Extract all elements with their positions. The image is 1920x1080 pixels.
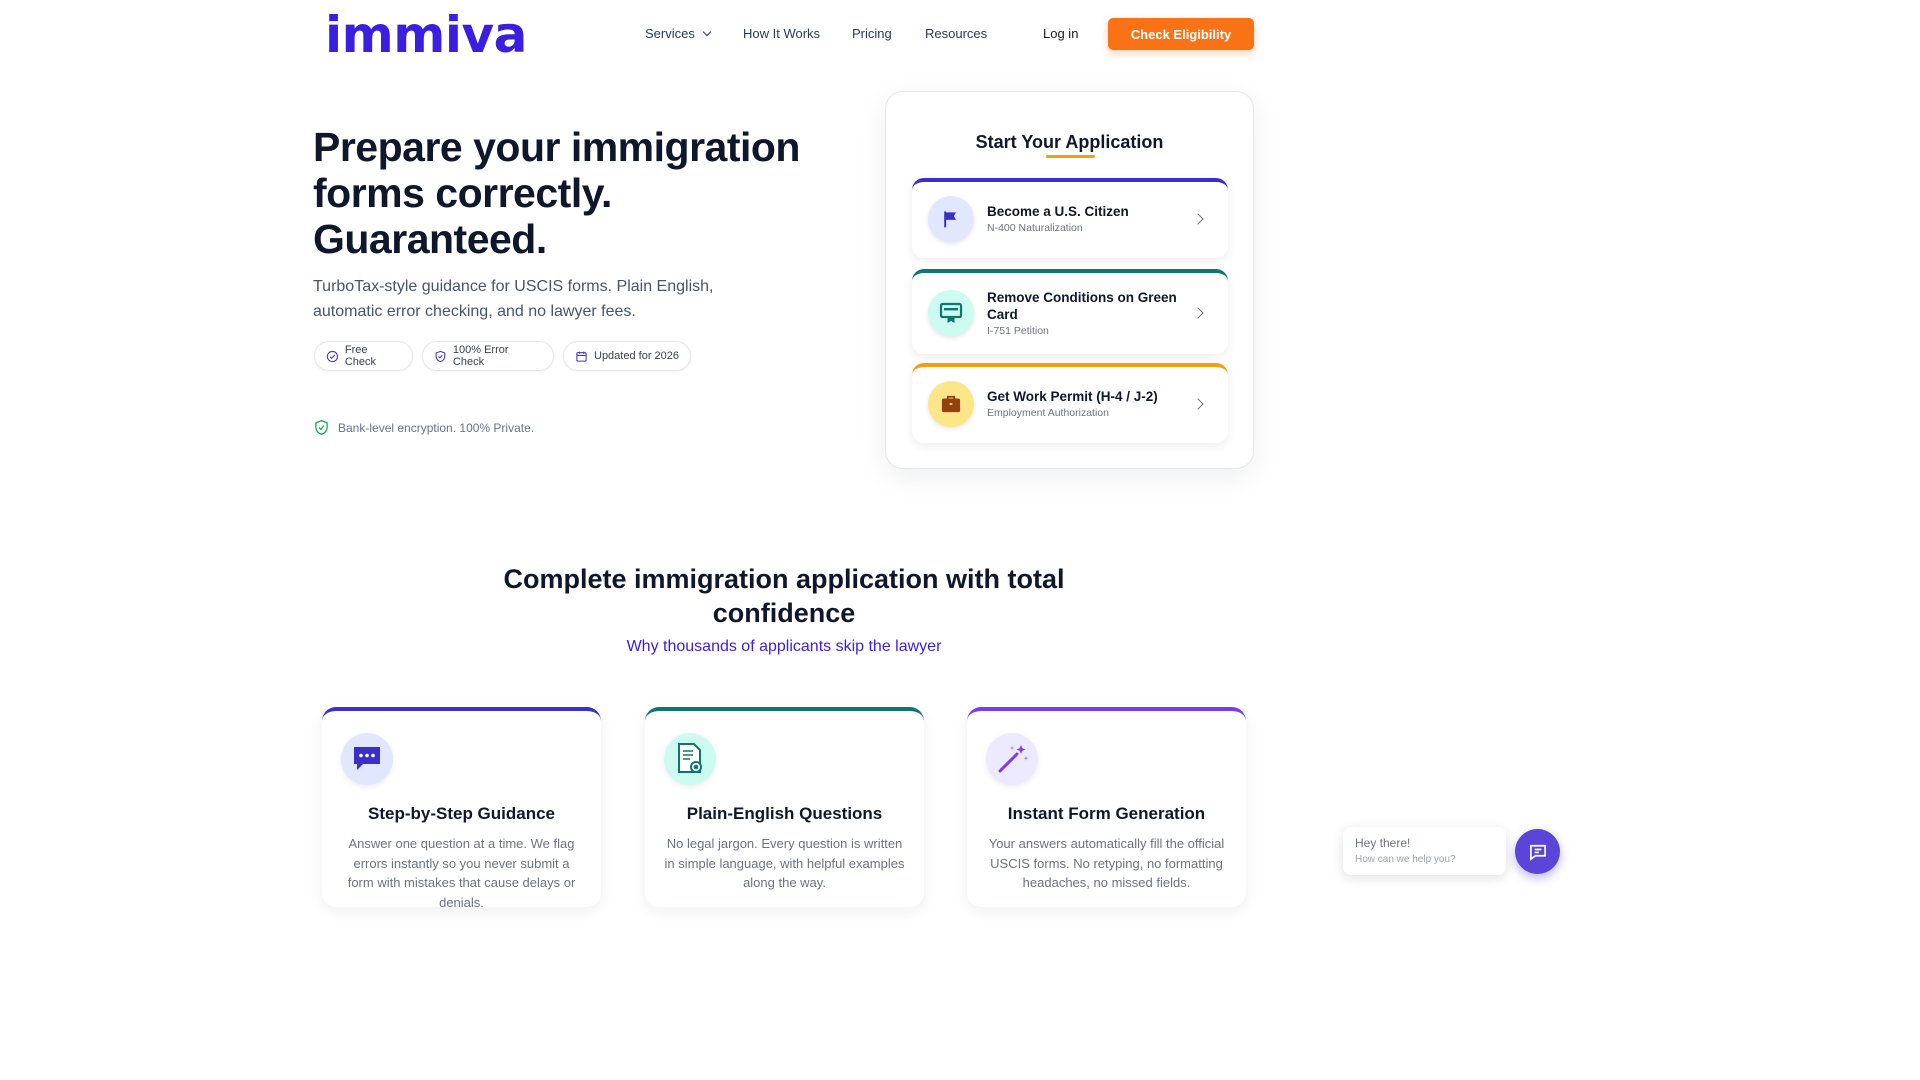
flag-icon bbox=[928, 196, 974, 242]
option-sub: N-400 Naturalization bbox=[987, 222, 1083, 234]
chevron-right-icon bbox=[1192, 307, 1204, 319]
chevron-down-icon bbox=[702, 27, 712, 37]
green-card-icon bbox=[928, 290, 974, 336]
feature-desc: Answer one question at a time. We flag e… bbox=[347, 836, 576, 910]
chat-launcher-button[interactable] bbox=[1515, 829, 1560, 874]
section-title: Complete immigration application with to… bbox=[0, 562, 1568, 630]
option-work-permit[interactable]: Get Work Permit (H-4 / J-2) Employment A… bbox=[912, 363, 1228, 443]
logo[interactable]: immiva bbox=[325, 6, 527, 64]
shield-check-icon bbox=[435, 350, 446, 362]
hero-title-line2: forms correctly. bbox=[313, 170, 612, 216]
document-search-icon bbox=[664, 733, 716, 785]
chat-bubble-icon bbox=[341, 733, 393, 785]
chat-icon bbox=[1529, 844, 1546, 861]
nav-services[interactable]: Services bbox=[645, 26, 712, 41]
feature-title: Plain-English Questions bbox=[686, 804, 883, 823]
chat-greeting-bubble[interactable]: Hey there! How can we help you? bbox=[1343, 827, 1506, 875]
hero-title-line3: Guaranteed. bbox=[313, 216, 547, 262]
chat-greeting: Hey there! bbox=[1355, 836, 1411, 850]
badge-label: Free Check bbox=[344, 344, 377, 368]
badge-label: Updated for 2026 bbox=[594, 350, 680, 362]
section-title-line1: Complete immigration application with to… bbox=[503, 564, 1065, 594]
feature-title: Step-by-Step Guidance bbox=[367, 804, 556, 823]
option-green-card[interactable]: Remove Conditions on Green Card I-751 Pe… bbox=[912, 269, 1228, 354]
hero-title-line1: Prepare your immigration bbox=[313, 124, 800, 170]
nav-services-label: Services bbox=[645, 26, 695, 41]
feature-desc: No legal jargon. Every question is writt… bbox=[664, 836, 905, 890]
section-subtitle: Why thousands of applicants skip the law… bbox=[626, 638, 942, 655]
badge-free-check: Free Check bbox=[314, 341, 413, 371]
section-title-line2: confidence bbox=[712, 598, 856, 628]
feature-title: Instant Form Generation bbox=[1007, 804, 1206, 823]
option-sub: I-751 Petition bbox=[987, 325, 1049, 337]
calendar-icon bbox=[576, 351, 587, 362]
option-text: Remove Conditions on Green Card I-751 Pe… bbox=[987, 289, 1187, 337]
hero-subtitle: TurboTax-style guidance for USCIS forms.… bbox=[313, 278, 714, 320]
option-sub: Employment Authorization bbox=[987, 407, 1109, 419]
option-text: Get Work Permit (H-4 / J-2) Employment A… bbox=[987, 388, 1187, 419]
feature-card-plain-english: Plain-English Questions No legal jargon.… bbox=[645, 707, 924, 907]
chat-prompt: How can we help you? bbox=[1355, 854, 1456, 865]
security-note-text: Bank-level encryption. 100% Private. bbox=[338, 420, 535, 435]
start-application-card: Start Your Application Become a U.S. Cit… bbox=[885, 91, 1254, 469]
option-name: Remove Conditions on Green Card bbox=[987, 290, 1177, 322]
check-circle-icon bbox=[326, 350, 339, 362]
check-eligibility-button[interactable]: Check Eligibility bbox=[1108, 18, 1254, 50]
magic-wand-icon bbox=[986, 733, 1038, 785]
chevron-right-icon bbox=[1192, 398, 1204, 410]
badge-updated: Updated for 2026 bbox=[563, 341, 691, 371]
title-underline bbox=[1046, 155, 1095, 158]
nav-resources[interactable]: Resources bbox=[925, 26, 987, 41]
option-name: Get Work Permit (H-4 / J-2) bbox=[987, 389, 1158, 404]
login-link[interactable]: Log in bbox=[1043, 26, 1078, 41]
top-nav: immiva Services How It Works Pricing Res… bbox=[0, 0, 1568, 70]
feature-card-guidance: Step-by-Step Guidance Answer one questio… bbox=[322, 707, 601, 910]
nav-pricing[interactable]: Pricing bbox=[852, 26, 892, 41]
chevron-right-icon bbox=[1192, 213, 1204, 225]
feature-card-form-generation: Instant Form Generation Your answers aut… bbox=[967, 707, 1246, 907]
badge-label: 100% Error Check bbox=[452, 344, 509, 368]
option-citizenship[interactable]: Become a U.S. Citizen N-400 Naturalizati… bbox=[912, 178, 1228, 258]
security-note: Bank-level encryption. 100% Private. bbox=[314, 419, 534, 436]
option-name: Become a U.S. Citizen bbox=[987, 204, 1129, 219]
hero-title: Prepare your immigration forms correctly… bbox=[313, 124, 833, 262]
option-text: Become a U.S. Citizen N-400 Naturalizati… bbox=[987, 203, 1187, 234]
shield-check-icon bbox=[315, 419, 328, 436]
badge-error-check: 100% Error Check bbox=[422, 341, 554, 371]
feature-desc: Your answers automatically fill the offi… bbox=[988, 836, 1225, 890]
application-title: Start Your Application bbox=[975, 132, 1164, 152]
briefcase-icon bbox=[928, 381, 974, 427]
nav-how-it-works[interactable]: How It Works bbox=[743, 26, 820, 41]
